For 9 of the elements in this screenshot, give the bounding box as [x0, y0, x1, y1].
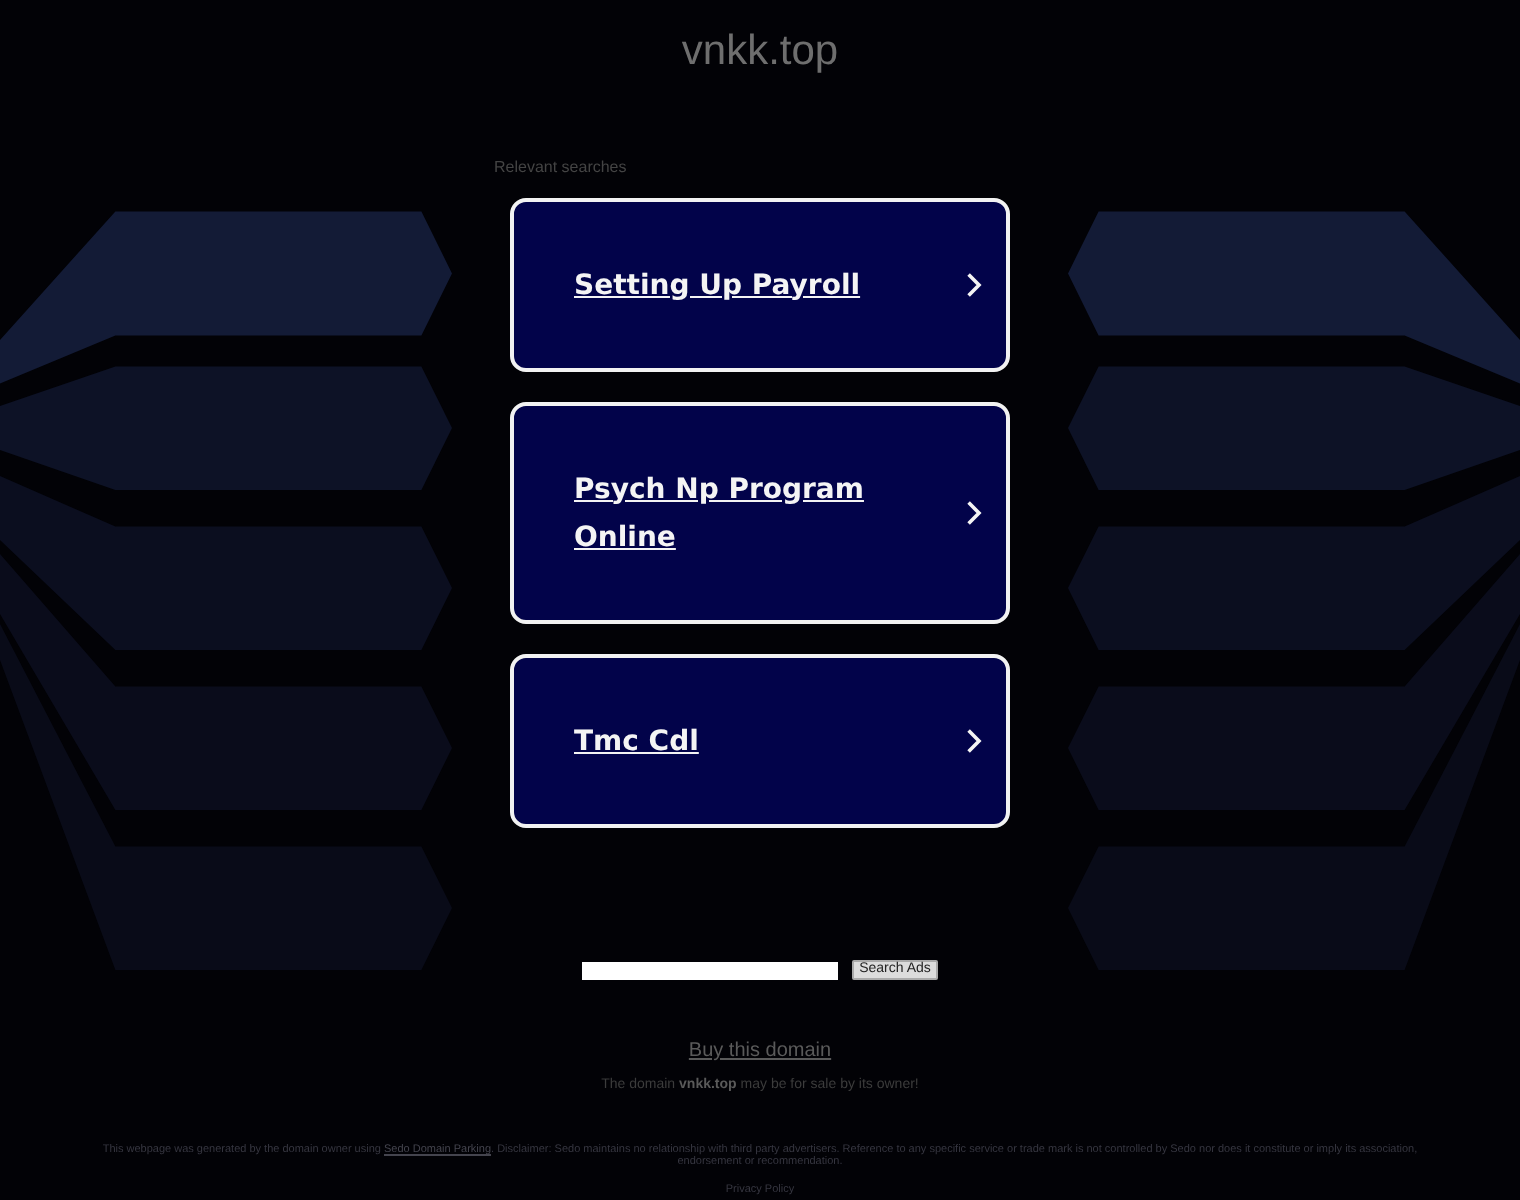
search-field[interactable]: [581, 961, 838, 979]
chevron-icon: [966, 728, 982, 754]
chevron-icon: [966, 500, 982, 526]
site-title: vnkk.top: [681, 28, 839, 76]
search-link[interactable]: Psych Np Program Online: [510, 402, 1010, 624]
search-link[interactable]: Setting Up Payroll: [510, 198, 1010, 372]
search-link[interactable]: Tmc Cdl: [510, 654, 1010, 828]
chevron-icon: [966, 272, 982, 298]
section-heading: Relevant searches: [494, 158, 627, 178]
